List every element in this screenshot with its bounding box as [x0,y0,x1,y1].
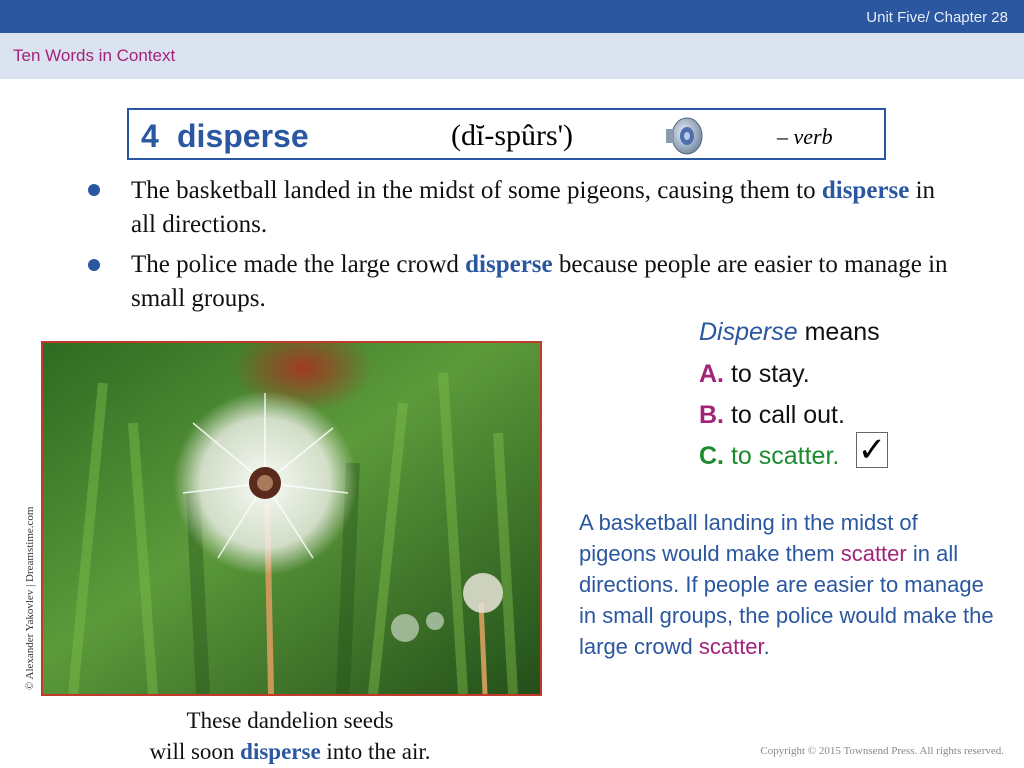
caption-post: into the air. [320,739,431,764]
bullet-1 [88,184,100,196]
option-b-text: to call out. [724,401,845,429]
option-a-letter: A. [699,360,724,388]
pronunciation: (dĭ-spûrs') [451,119,574,152]
option-a-text: to stay. [724,360,810,388]
section-bar: Ten Words in Context [0,33,1024,79]
vocabulary-word: disperse [177,118,309,154]
sentence-1-word: disperse [821,177,910,204]
part-of-speech: – verb [777,124,833,149]
option-b-letter: B. [699,401,724,429]
explanation-part-3: . [763,634,770,659]
option-c-text: to scatter. [724,442,840,470]
unit-chapter-label: Unit Five/ Chapter 28 [866,9,1008,26]
caption-line-1: These dandelion seeds [186,708,394,733]
word-number: 4 [141,118,159,154]
caption-line-2: will soon disperse into the air. [110,736,470,767]
section-title: Ten Words in Context [13,46,176,65]
explanation-keyword-1: scatter [840,541,907,566]
speaker-icon[interactable] [663,116,705,156]
caption-word: disperse [240,739,321,764]
option-c[interactable]: C. to scatter. [699,442,839,471]
sentence-2-text: The police made the large crowd [131,251,466,278]
context-sentence-1: The basketball landed in the midst of so… [131,174,951,242]
question-word: Disperse [699,318,798,346]
option-a[interactable]: A. to stay. [699,360,810,389]
option-b[interactable]: B. to call out. [699,401,845,430]
photo-caption: These dandelion seeds will soon disperse… [110,705,470,767]
copyright-notice: Copyright © 2015 Townsend Press. All rig… [760,745,1004,757]
bullet-2 [88,259,100,271]
header-bar: Unit Five/ Chapter 28 [0,0,1024,33]
explanation-text: A basketball landing in the midst of pig… [579,507,999,662]
dandelion-illustration [43,343,540,694]
photo-credit: © Alexander Yakovlev | Dreamstime.com [24,506,36,690]
question-stem: Disperse means [699,318,880,347]
context-sentence-2: The police made the large crowd disperse… [131,248,951,316]
question-stem-text: means [797,318,880,346]
sentence-2-word: disperse [465,251,553,278]
option-c-letter: C. [699,442,724,470]
checkmark-icon: ✓ [856,431,888,469]
dandelion-photo [41,341,542,696]
caption-pre: will soon [149,739,241,764]
word-entry-box: 4 disperse (dĭ-spûrs') – verb [127,108,886,160]
explanation-keyword-2: scatter [698,634,764,659]
sentence-1-text: The basketball landed in the midst of so… [131,177,822,204]
